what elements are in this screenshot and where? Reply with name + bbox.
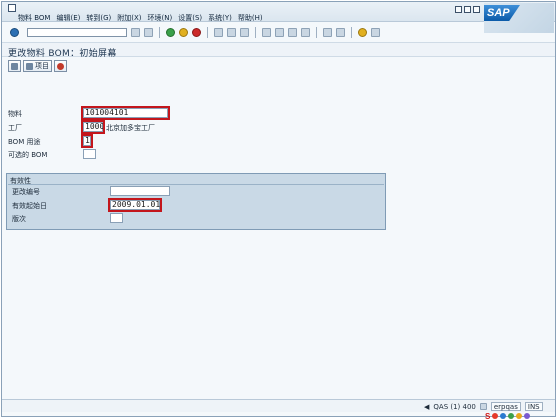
menu-system[interactable]: 系统(Y): [208, 13, 232, 23]
help-icon[interactable]: [358, 27, 367, 37]
menu-edit[interactable]: 编辑(E): [56, 13, 80, 23]
customize-layout-icon[interactable]: [371, 27, 380, 37]
menu-material-bom[interactable]: 物料 BOM: [18, 13, 50, 23]
first-page-icon[interactable]: [262, 27, 271, 37]
back-icon[interactable]: [166, 27, 175, 37]
menu-bar: 物料 BOM 编辑(E) 转到(G) 附加(X) 环境(N) 设置(S) 系统(…: [2, 2, 555, 22]
close-icon[interactable]: [473, 6, 480, 13]
material-field[interactable]: 101004101: [83, 108, 168, 118]
status-triangle-icon[interactable]: ◀: [424, 403, 429, 411]
plant-field[interactable]: 1000: [83, 122, 104, 132]
language-icon[interactable]: [500, 413, 507, 419]
window-controls: [455, 6, 480, 13]
page-title: 更改物料 BOM：初始屏幕: [8, 49, 117, 59]
revision-level-label: 版次: [12, 215, 26, 223]
new-session-icon[interactable]: [323, 27, 332, 37]
bom-usage-field[interactable]: 1: [83, 136, 91, 146]
soft-keyboard-icon[interactable]: [516, 413, 523, 419]
toolbar-separator: [316, 26, 317, 38]
selection-form: 物料 101004101 工厂 1000 北京加多宝工厂 BOM 用途 1 可选…: [2, 76, 555, 394]
effectivity-divider: [8, 184, 384, 185]
plant-label: 工厂: [8, 124, 22, 132]
valid-from-label: 有效起始日: [12, 202, 47, 210]
sap-logo: SAP: [484, 3, 554, 33]
hierarchy-button[interactable]: [8, 60, 21, 72]
sap-window: 物料 BOM 编辑(E) 转到(G) 附加(X) 环境(N) 设置(S) 系统(…: [1, 1, 558, 420]
system-tray: S: [483, 411, 558, 420]
toolbar-separator: [159, 26, 160, 38]
command-dropdown-icon[interactable]: [131, 27, 140, 37]
input-method-icon[interactable]: [492, 413, 499, 419]
menu-extras[interactable]: 附加(X): [117, 13, 141, 23]
bom-usage-label: BOM 用途: [8, 138, 41, 146]
server-name: erpqas: [490, 402, 521, 411]
application-toolbar: 项目: [8, 60, 67, 73]
cancel-icon[interactable]: [192, 27, 201, 37]
previous-page-icon[interactable]: [275, 27, 284, 37]
enter-icon[interactable]: [10, 27, 19, 37]
find-next-icon[interactable]: [240, 27, 249, 37]
sap-logo-text: SAP: [484, 5, 520, 21]
status-info: ◀ QAS (1) 400 erpqas INS: [424, 402, 543, 411]
exit-icon[interactable]: [179, 27, 188, 37]
change-number-label: 更改编号: [12, 188, 40, 196]
command-field[interactable]: [27, 27, 127, 37]
title-bar: 更改物料 BOM：初始屏幕: [2, 42, 555, 59]
insert-mode[interactable]: INS: [524, 402, 543, 411]
toolbar-separator: [255, 26, 256, 38]
system-menu-icon[interactable]: [8, 4, 16, 12]
shortcut-icon[interactable]: [336, 27, 345, 37]
hierarchy-icon: [11, 62, 18, 70]
next-page-icon[interactable]: [288, 27, 297, 37]
status-bar: ◀ QAS (1) 400 erpqas INS: [2, 399, 555, 412]
punctuation-icon[interactable]: [508, 413, 515, 419]
effectivity-group: 有效性 更改编号 有效起始日 2009.01.01 版次: [6, 173, 386, 230]
toolbar-separator: [207, 26, 208, 38]
revision-level-field[interactable]: [110, 213, 123, 223]
menu-goto[interactable]: 转到(G): [86, 13, 111, 23]
menu-help[interactable]: 帮助(H): [238, 13, 263, 23]
save-icon[interactable]: [144, 27, 153, 37]
plant-description: 北京加多宝工厂: [106, 124, 155, 132]
minimize-icon[interactable]: [455, 6, 462, 13]
toolbar-separator: [351, 26, 352, 38]
menu-items: 物料 BOM 编辑(E) 转到(G) 附加(X) 环境(N) 设置(S) 系统(…: [18, 13, 263, 23]
change-number-field[interactable]: [110, 186, 170, 196]
alternative-bom-field[interactable]: [83, 149, 96, 159]
last-page-icon[interactable]: [301, 27, 310, 37]
maximize-icon[interactable]: [464, 6, 471, 13]
alternatives-icon: [57, 62, 64, 70]
valid-from-field[interactable]: 2009.01.01: [110, 200, 160, 210]
alternative-bom-label: 可选的 BOM: [8, 151, 48, 159]
print-icon[interactable]: [214, 27, 223, 37]
status-toggle-icon[interactable]: [479, 403, 487, 410]
standard-toolbar: [2, 23, 482, 41]
menu-settings[interactable]: 设置(S): [178, 13, 202, 23]
system-info[interactable]: QAS (1) 400: [433, 403, 475, 411]
item-button[interactable]: 项目: [23, 60, 52, 72]
tools-icon[interactable]: [524, 413, 531, 419]
material-label: 物料: [8, 110, 22, 118]
item-icon: [26, 62, 33, 70]
alternatives-button[interactable]: [54, 60, 67, 72]
find-icon[interactable]: [227, 27, 236, 37]
item-button-label: 项目: [35, 62, 49, 70]
input-method-logo: S: [485, 411, 491, 420]
menu-environment[interactable]: 环境(N): [148, 13, 173, 23]
